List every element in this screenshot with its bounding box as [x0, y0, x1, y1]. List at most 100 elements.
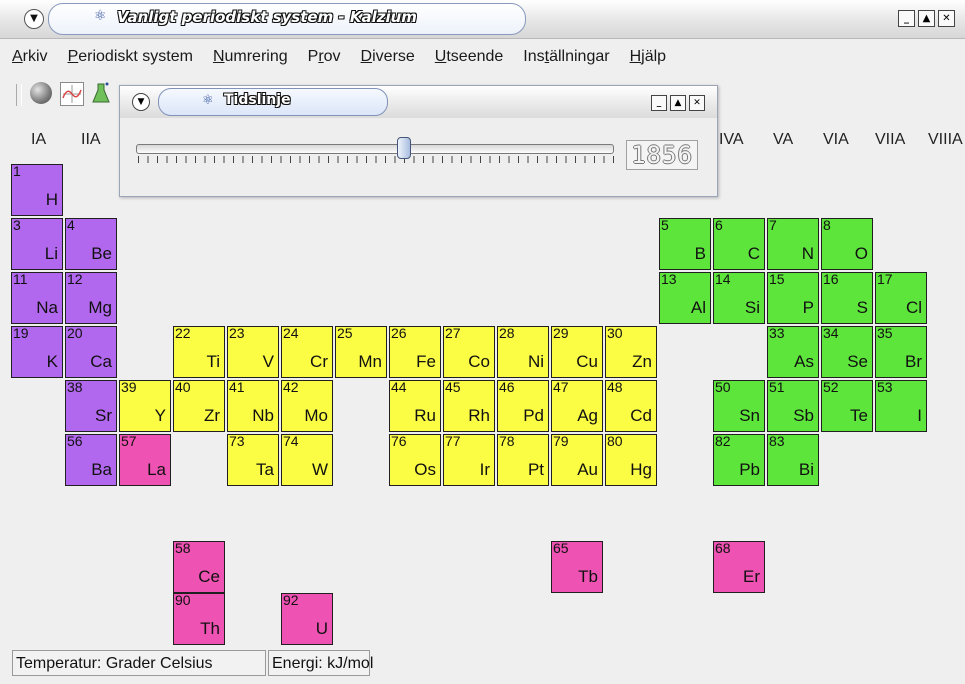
element-er[interactable]: 68 Er [713, 541, 765, 593]
element-cd[interactable]: 48 Cd [605, 380, 657, 432]
element-mg[interactable]: 12 Mg [65, 272, 117, 324]
element-zr[interactable]: 40 Zr [173, 380, 225, 432]
element-na[interactable]: 11 Na [11, 272, 63, 324]
menu-numrering[interactable]: Numrering [203, 44, 298, 70]
menu-diverse[interactable]: Diverse [351, 44, 425, 70]
element-symbol: N [801, 244, 814, 263]
atomic-number: 73 [229, 433, 245, 449]
element-s[interactable]: 16 S [821, 272, 873, 324]
element-zn[interactable]: 30 Zn [605, 326, 657, 378]
element-co[interactable]: 27 Co [443, 326, 495, 378]
element-p[interactable]: 15 P [767, 272, 819, 324]
element-la[interactable]: 57 La [119, 434, 171, 486]
menu-arkiv[interactable]: Arkiv [10, 44, 58, 70]
timeline-menu-button[interactable]: ▼ [132, 93, 150, 111]
element-te[interactable]: 52 Te [821, 380, 873, 432]
element-cr[interactable]: 24 Cr [281, 326, 333, 378]
element-w[interactable]: 74 W [281, 434, 333, 486]
atomic-number: 5 [661, 217, 669, 233]
element-sr[interactable]: 38 Sr [65, 380, 117, 432]
element-li[interactable]: 3 Li [11, 218, 63, 270]
menu-inställningar[interactable]: Inställningar [513, 44, 619, 70]
element-b[interactable]: 5B [659, 218, 711, 270]
element-rh[interactable]: 45 Rh [443, 380, 495, 432]
atomic-number: 15 [769, 271, 785, 287]
atomic-number: 6 [715, 217, 723, 233]
element-pt[interactable]: 78 Pt [497, 434, 549, 486]
element-y[interactable]: 39 Y [119, 380, 171, 432]
menu-periodiskt-system[interactable]: Periodiskt system [58, 44, 203, 70]
timeline-slider-track[interactable] [136, 144, 614, 154]
element-be[interactable]: 4 Be [65, 218, 117, 270]
element-v[interactable]: 23 V [227, 326, 279, 378]
menu-utseende[interactable]: Utseende [425, 44, 514, 70]
element-symbol: Si [744, 298, 760, 317]
flask-icon[interactable] [92, 82, 110, 104]
timeline-window-controls: _ ▲ ✕ [651, 95, 705, 111]
element-se[interactable]: 34 Se [821, 326, 873, 378]
sphere-icon[interactable] [30, 82, 52, 104]
element-nb[interactable]: 41 Nb [227, 380, 279, 432]
element-symbol: Ba [91, 460, 112, 479]
window-menu-button[interactable]: ▼ [24, 9, 44, 29]
element-au[interactable]: 79 Au [551, 434, 603, 486]
element-cl[interactable]: 17 Cl [875, 272, 927, 324]
element-symbol: I [917, 406, 922, 425]
element-ca[interactable]: 20 Ca [65, 326, 117, 378]
atomic-number: 20 [67, 325, 83, 341]
element-sb[interactable]: 51 Sb [767, 380, 819, 432]
element-ti[interactable]: 22 Ti [173, 326, 225, 378]
maximize-icon[interactable]: ▲ [918, 10, 935, 27]
element-si[interactable]: 14 Si [713, 272, 765, 324]
element-as[interactable]: 33 As [767, 326, 819, 378]
element-cu[interactable]: 29 Cu [551, 326, 603, 378]
close-icon[interactable]: ✕ [689, 95, 705, 111]
element-tb[interactable]: 65 Tb [551, 541, 603, 593]
element-ag[interactable]: 47 Ag [551, 380, 603, 432]
menu-prov[interactable]: Prov [298, 44, 351, 70]
plot-icon[interactable] [60, 82, 84, 106]
menu-hjälp[interactable]: Hjälp [620, 44, 676, 70]
toolbar-handle[interactable] [16, 84, 22, 106]
element-k[interactable]: 19 K [11, 326, 63, 378]
element-th[interactable]: 90 Th [173, 593, 225, 645]
maximize-icon[interactable]: ▲ [670, 95, 686, 111]
element-bi[interactable]: 83 Bi [767, 434, 819, 486]
element-ni[interactable]: 28 Ni [497, 326, 549, 378]
element-br[interactable]: 35 Br [875, 326, 927, 378]
element-mo[interactable]: 42 Mo [281, 380, 333, 432]
group-label-via: VIA [823, 131, 849, 148]
element-ta[interactable]: 73 Ta [227, 434, 279, 486]
element-symbol: Y [154, 406, 166, 425]
minimize-icon[interactable]: _ [898, 10, 915, 27]
element-mn[interactable]: 25 Mn [335, 326, 387, 378]
atomic-number: 40 [175, 379, 191, 395]
element-ru[interactable]: 44 Ru [389, 380, 441, 432]
element-symbol: Cu [576, 352, 598, 371]
element-os[interactable]: 76 Os [389, 434, 441, 486]
timeline-slider-handle[interactable] [396, 137, 411, 159]
element-al[interactable]: 13 Al [659, 272, 711, 324]
minimize-icon[interactable]: _ [651, 95, 667, 111]
close-icon[interactable]: ✕ [938, 10, 955, 27]
element-o[interactable]: 8O [821, 218, 873, 270]
element-i[interactable]: 53 I [875, 380, 927, 432]
element-ir[interactable]: 77 Ir [443, 434, 495, 486]
element-fe[interactable]: 26 Fe [389, 326, 441, 378]
element-ce[interactable]: 58 Ce [173, 541, 225, 593]
element-c[interactable]: 6C [713, 218, 765, 270]
timeline-window: ▼ ⚛ Tidslinje _ ▲ ✕ 1856 [119, 85, 718, 197]
kalzium-app-icon: ⚛ [94, 8, 107, 24]
element-ba[interactable]: 56 Ba [65, 434, 117, 486]
element-u[interactable]: 92 U [281, 593, 333, 645]
timeline-title-bar[interactable]: ▼ ⚛ Tidslinje _ ▲ ✕ [120, 86, 717, 118]
element-sn[interactable]: 50 Sn [713, 380, 765, 432]
element-h[interactable]: 1H [11, 164, 63, 216]
group-label-iia: IIA [81, 131, 101, 148]
atomic-number: 22 [175, 325, 191, 341]
element-pb[interactable]: 82 Pb [713, 434, 765, 486]
element-hg[interactable]: 80 Hg [605, 434, 657, 486]
element-symbol: Tb [578, 567, 598, 586]
element-pd[interactable]: 46 Pd [497, 380, 549, 432]
element-n[interactable]: 7N [767, 218, 819, 270]
